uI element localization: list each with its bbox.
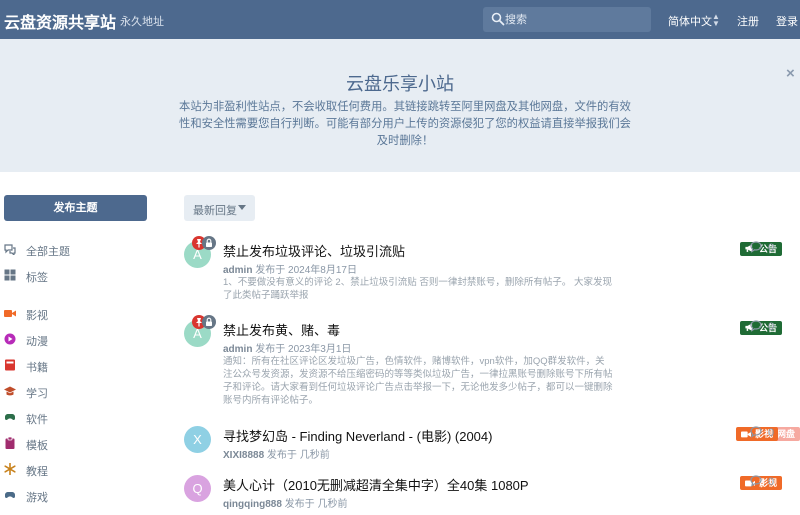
permalink-link[interactable]: 永久地址 [120,13,164,29]
search-input[interactable] [505,7,645,32]
reply-count[interactable]: 0 [750,475,774,488]
sidebar-item-label: 标签 [26,272,48,284]
reply-count[interactable]: 0 [750,426,774,439]
reply-count-value: 0 [768,476,775,488]
author-name[interactable]: admin [223,344,252,355]
site-logo[interactable]: 云盘资源共享站 [4,9,116,33]
discussion-title[interactable]: 寻找梦幻岛 - Finding Neverland - (电影) (2004) [223,426,492,445]
sort-caret-icon: ▲ ▼ [712,12,720,28]
sort-label: 最新回复 [193,205,237,217]
reply-count-value: 0 [768,321,775,333]
play-circle-icon [4,333,16,345]
gamepad-icon [4,411,16,423]
lock-icon [202,236,216,250]
caret-down-icon [238,205,246,210]
language-selector[interactable]: 简体中文 [668,13,712,29]
search-box[interactable] [483,7,651,32]
discussion-row[interactable]: Q 美人心计（2010无删减超清全集中字）全40集 1080P qingqing88… [184,475,800,515]
comment-icon [750,475,762,487]
post-time: 发布于 几秒前 [264,450,330,461]
post-time: 发布于 2024年8月17日 [252,265,357,276]
discussion-title[interactable]: 禁止发布黄、赌、毒 [223,320,340,339]
discussion-meta: XIXI8888 发布于 几秒前 [223,446,330,461]
reply-count-value: 0 [768,242,775,254]
graduation-cap-icon [4,385,16,397]
avatar[interactable]: Q [184,475,211,502]
login-link[interactable]: 登录 [776,13,798,29]
discussion-title[interactable]: 美人心计（2010无删减超清全集中字）全40集 1080P [223,475,529,494]
clipboard-icon [4,436,16,449]
post-time: 发布于 2023年3月1日 [252,344,352,355]
book-icon [4,359,16,371]
author-name[interactable]: XIXI8888 [223,450,264,461]
avatar[interactable]: X [184,426,211,453]
discussion-title[interactable]: 禁止发布垃圾评论、垃圾引流贴 [223,241,405,260]
welcome-hero: × 云盘乐享小站 本站为非盈利性站点，不会收取任何费用。其链接跳转至阿里网盘及其… [0,39,800,172]
reply-count[interactable]: 0 [750,241,774,254]
grid-icon [4,269,16,281]
hero-title: 云盘乐享小站 [346,74,454,94]
comment-icon [750,241,762,253]
snowflake-icon [4,462,16,476]
sidebar-item-label: 教程 [26,466,48,478]
sidebar-item-label: 软件 [26,414,48,426]
sidebar-item-label: 影视 [26,310,48,322]
sidebar-item-label: 模板 [26,440,48,452]
start-discussion-button[interactable]: 发布主题 [4,195,147,221]
author-name[interactable]: admin [223,265,252,276]
sidebar-item-label: 学习 [26,388,48,400]
comment-icon [750,320,762,332]
discussion-row[interactable]: X 寻找梦幻岛 - Finding Neverland - (电影) (2004)… [184,426,800,466]
sort-dropdown[interactable]: 最新回复 [184,195,255,221]
author-name[interactable]: qingqing888 [223,499,282,510]
top-navbar: 云盘资源共享站 永久地址 简体中文 ▲▼ 注册 登录 [0,0,800,39]
video-camera-icon [4,307,16,319]
discussion-excerpt: 1、不要做没有意义的评论 2、禁止垃圾引流贴 否则一律封禁账号，删除所有帖子。 … [223,277,612,301]
chat-bubbles-icon [4,243,16,257]
reply-count[interactable]: 0 [750,320,774,333]
gamepad-icon [4,489,16,501]
sidebar-item-label: 动漫 [26,336,48,348]
sidebar-item-label: 游戏 [26,492,48,504]
discussion-meta: qingqing888 发布于 几秒前 [223,495,347,510]
discussion-row[interactable]: A 禁止发布垃圾评论、垃圾引流贴 admin 发布于 2024年8月17日 1、不要做… [184,236,800,311]
hero-description: 本站为非盈利性站点，不会收取任何费用。其链接跳转至阿里网盘及其他网盘，文件的有效… [179,101,631,147]
comment-icon [750,426,762,438]
discussion-meta: admin 发布于 2024年8月17日 [223,261,357,276]
discussion-meta: admin 发布于 2023年3月1日 [223,340,351,355]
sidebar-item-label: 书籍 [26,362,48,374]
sidebar-item-label: 全部主题 [26,246,70,258]
lock-icon [202,315,216,329]
discussion-row[interactable]: A 禁止发布黄、赌、毒 admin 发布于 2023年3月1日 通知：所有在社区评论区… [184,315,800,406]
register-link[interactable]: 注册 [737,13,759,29]
discussion-excerpt: 通知：所有在社区评论区发垃圾广告，色情软件，赌博软件，vpn软件，加QQ群发软件… [223,356,613,406]
post-time: 发布于 几秒前 [281,499,348,510]
reply-count-value: 0 [768,427,775,439]
search-icon [491,12,505,26]
